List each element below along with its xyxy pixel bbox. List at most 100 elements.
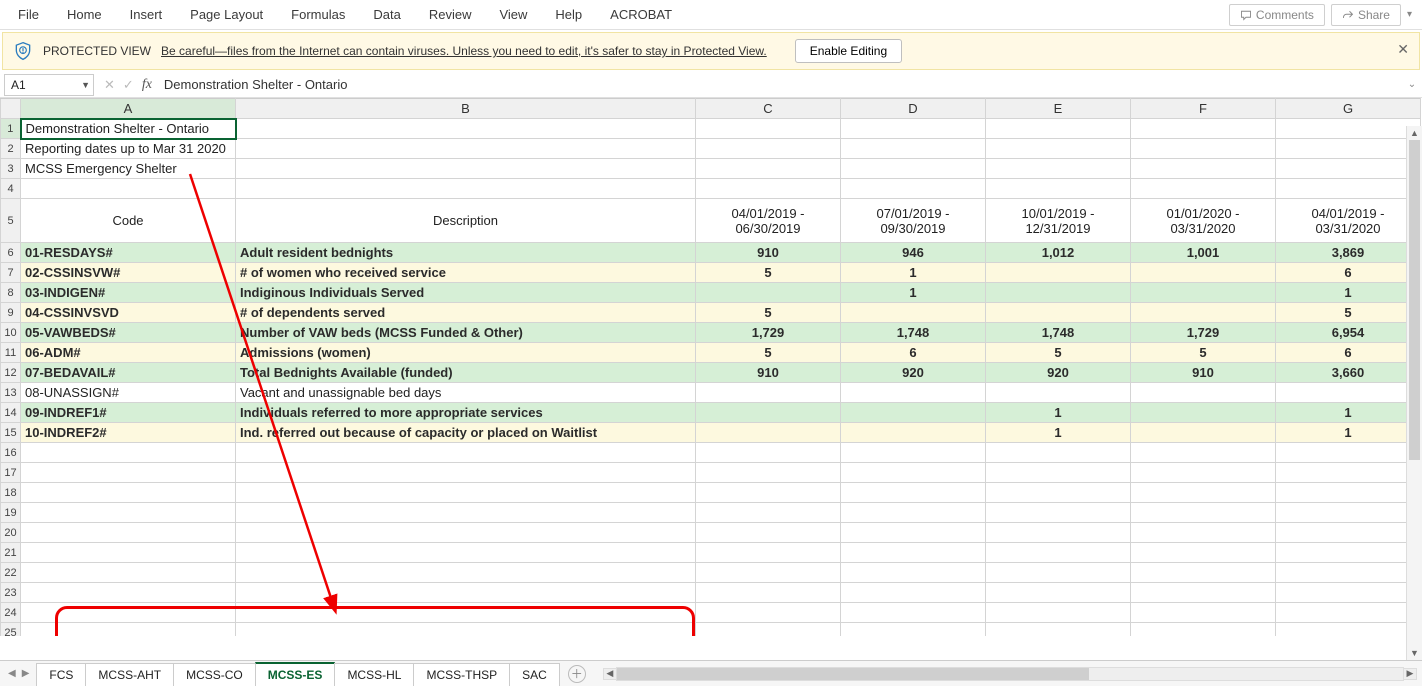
cell[interactable] [1276, 119, 1421, 139]
cell[interactable] [841, 563, 986, 583]
cell[interactable] [1276, 543, 1421, 563]
value-cell[interactable]: 5 [1131, 343, 1276, 363]
select-all-cell[interactable] [1, 99, 21, 119]
value-cell[interactable] [841, 423, 986, 443]
cell[interactable] [696, 623, 841, 637]
value-cell[interactable]: 6 [841, 343, 986, 363]
cell[interactable] [696, 563, 841, 583]
cell-A2[interactable]: Reporting dates up to Mar 31 2020 [21, 139, 236, 159]
ribbon-tab-acrobat[interactable]: ACROBAT [596, 1, 686, 28]
row-header-13[interactable]: 13 [1, 383, 21, 403]
cell[interactable] [841, 179, 986, 199]
ribbon-tab-formulas[interactable]: Formulas [277, 1, 359, 28]
value-cell[interactable]: 946 [841, 243, 986, 263]
period-header-2[interactable]: 10/01/2019 -12/31/2019 [986, 199, 1131, 243]
cell[interactable] [696, 139, 841, 159]
cell[interactable] [696, 443, 841, 463]
desc-cell[interactable]: Ind. referred out because of capacity or… [236, 423, 696, 443]
cell[interactable] [986, 139, 1131, 159]
value-cell[interactable]: 1,729 [696, 323, 841, 343]
value-cell[interactable] [1276, 383, 1421, 403]
desc-cell[interactable]: Individuals referred to more appropriate… [236, 403, 696, 423]
value-cell[interactable] [1131, 383, 1276, 403]
code-cell[interactable]: 03-INDIGEN# [21, 283, 236, 303]
row-header-10[interactable]: 10 [1, 323, 21, 343]
value-cell[interactable] [841, 383, 986, 403]
ribbon-tab-page-layout[interactable]: Page Layout [176, 1, 277, 28]
cell[interactable] [236, 483, 696, 503]
row-header-4[interactable]: 4 [1, 179, 21, 199]
period-header-3[interactable]: 01/01/2020 -03/31/2020 [1131, 199, 1276, 243]
code-cell[interactable]: 04-CSSINVSVD [21, 303, 236, 323]
comments-button[interactable]: Comments [1229, 4, 1325, 26]
cell[interactable] [696, 603, 841, 623]
sheet-tab-mcss-aht[interactable]: MCSS-AHT [85, 663, 174, 686]
cell[interactable] [236, 603, 696, 623]
sheet-tab-fcs[interactable]: FCS [36, 663, 86, 686]
cell[interactable] [696, 159, 841, 179]
value-cell[interactable] [986, 303, 1131, 323]
value-cell[interactable]: 1 [1276, 423, 1421, 443]
expand-formula-bar-icon[interactable]: ⌄ [1402, 79, 1422, 90]
row-header-5[interactable]: 5 [1, 199, 21, 243]
value-cell[interactable] [1131, 263, 1276, 283]
value-cell[interactable]: 1,748 [986, 323, 1131, 343]
col-header-G[interactable]: G [1276, 99, 1421, 119]
value-cell[interactable] [696, 403, 841, 423]
value-cell[interactable] [1131, 403, 1276, 423]
cell[interactable] [1276, 159, 1421, 179]
value-cell[interactable] [986, 263, 1131, 283]
cell[interactable] [21, 503, 236, 523]
value-cell[interactable] [1131, 283, 1276, 303]
cell[interactable] [1131, 179, 1276, 199]
ribbon-chevron-icon[interactable]: ▾ [1401, 9, 1418, 20]
cell[interactable] [1276, 179, 1421, 199]
formula-input[interactable]: Demonstration Shelter - Ontario [154, 77, 1402, 92]
value-cell[interactable] [696, 423, 841, 443]
desc-header[interactable]: Description [236, 199, 696, 243]
row-header-22[interactable]: 22 [1, 563, 21, 583]
cell[interactable] [1131, 543, 1276, 563]
cell[interactable] [1131, 503, 1276, 523]
cell[interactable] [841, 443, 986, 463]
cell[interactable] [21, 523, 236, 543]
value-cell[interactable]: 910 [1131, 363, 1276, 383]
share-button[interactable]: Share [1331, 4, 1401, 26]
cell[interactable] [696, 483, 841, 503]
cell[interactable] [1131, 623, 1276, 637]
value-cell[interactable]: 910 [696, 363, 841, 383]
sheet-tab-mcss-co[interactable]: MCSS-CO [173, 663, 256, 686]
col-header-D[interactable]: D [841, 99, 986, 119]
cell[interactable] [696, 119, 841, 139]
cell-A1[interactable]: Demonstration Shelter - Ontario [21, 119, 236, 139]
enable-editing-button[interactable]: Enable Editing [795, 39, 902, 63]
cell[interactable] [1276, 583, 1421, 603]
value-cell[interactable]: 1 [841, 263, 986, 283]
cell[interactable] [841, 603, 986, 623]
value-cell[interactable] [1131, 423, 1276, 443]
vertical-scrollbar[interactable]: ▲ ▼ [1406, 126, 1422, 660]
cell[interactable] [236, 583, 696, 603]
col-header-B[interactable]: B [236, 99, 696, 119]
sheet-nav-prev-icon[interactable]: ◀ [6, 666, 18, 681]
desc-cell[interactable]: Vacant and unassignable bed days [236, 383, 696, 403]
cell[interactable] [1131, 443, 1276, 463]
value-cell[interactable]: 1 [1276, 403, 1421, 423]
cell[interactable] [236, 119, 696, 139]
row-header-17[interactable]: 17 [1, 463, 21, 483]
value-cell[interactable]: 5 [696, 343, 841, 363]
value-cell[interactable] [986, 283, 1131, 303]
cell[interactable] [986, 603, 1131, 623]
cell[interactable] [696, 503, 841, 523]
desc-cell[interactable]: Adult resident bednights [236, 243, 696, 263]
sheet-tab-mcss-es[interactable]: MCSS-ES [255, 662, 336, 686]
sheet-tab-sac[interactable]: SAC [509, 663, 560, 686]
row-header-9[interactable]: 9 [1, 303, 21, 323]
col-header-E[interactable]: E [986, 99, 1131, 119]
desc-cell[interactable]: # of women who received service [236, 263, 696, 283]
code-cell[interactable]: 06-ADM# [21, 343, 236, 363]
value-cell[interactable]: 1 [841, 283, 986, 303]
value-cell[interactable]: 1,001 [1131, 243, 1276, 263]
value-cell[interactable]: 3,869 [1276, 243, 1421, 263]
cell[interactable] [841, 503, 986, 523]
